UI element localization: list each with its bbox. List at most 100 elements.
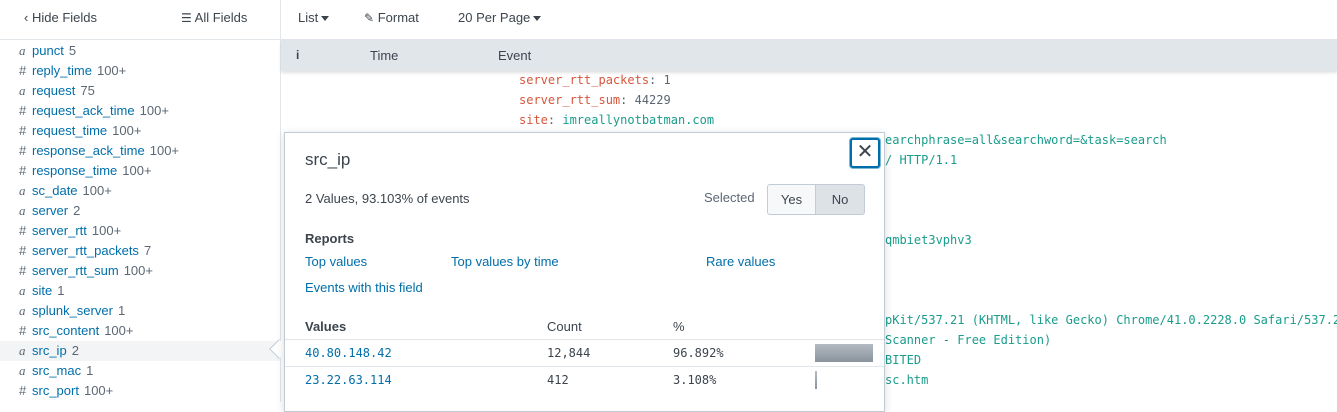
number-type-icon: # xyxy=(19,143,27,158)
time-column-header[interactable]: Time xyxy=(370,48,398,63)
event-line[interactable]: earchphrase=all&searchword=&task=search xyxy=(885,130,1167,150)
event-line: server_rtt_packets: 1 xyxy=(519,73,671,87)
field-count: 100+ xyxy=(96,63,127,78)
field-list-item[interactable]: a src_mac 1 xyxy=(0,361,280,381)
event-line: server_rtt_sum: 44229 xyxy=(519,93,671,107)
events-with-field-link[interactable]: Events with this field xyxy=(305,280,423,295)
field-name[interactable]: server xyxy=(32,203,68,218)
field-list-item[interactable]: # response_time 100+ xyxy=(0,161,280,181)
string-type-icon: a xyxy=(19,43,26,58)
hide-fields-button[interactable]: ‹ Hide Fields xyxy=(24,10,97,25)
field-name[interactable]: src_mac xyxy=(32,363,81,378)
field-name[interactable]: request_time xyxy=(32,123,107,138)
selected-no-button[interactable]: No xyxy=(816,184,865,215)
event-line[interactable]: Scanner - Free Edition) xyxy=(885,330,1051,350)
results-toolbar: List ✎ Format 20 Per Page xyxy=(281,0,1337,40)
field-name[interactable]: request_ack_time xyxy=(32,103,135,118)
field-name[interactable]: request xyxy=(32,83,75,98)
event-line[interactable]: pKit/537.21 (KHTML, like Gecko) Chrome/4… xyxy=(885,310,1337,330)
field-name[interactable]: sc_date xyxy=(32,183,78,198)
top-values-link[interactable]: Top values xyxy=(305,254,367,269)
field-count: 2 xyxy=(73,203,81,218)
field-name[interactable]: response_ack_time xyxy=(32,143,145,158)
field-name[interactable]: site xyxy=(32,283,52,298)
field-list-item[interactable]: a request 75 xyxy=(0,81,280,101)
rare-values-link[interactable]: Rare values xyxy=(706,254,775,269)
event-line[interactable]: qmbiet3vphv3 xyxy=(885,230,972,250)
field-list-item[interactable]: a src_ip 2 xyxy=(0,341,280,361)
field-list-item[interactable]: # reply_time 100+ xyxy=(0,61,280,81)
value-percent: 3.108% xyxy=(673,373,717,387)
field-name[interactable]: punct xyxy=(32,43,64,58)
field-list-item[interactable]: a server 2 xyxy=(0,201,280,221)
number-type-icon: # xyxy=(19,63,27,78)
string-type-icon: a xyxy=(19,203,26,218)
values-column-header: Values xyxy=(305,319,347,334)
field-list-item[interactable]: a splunk_server 1 xyxy=(0,301,280,321)
field-count: 100+ xyxy=(123,263,153,278)
field-name[interactable]: src_content xyxy=(32,323,99,338)
number-type-icon: # xyxy=(19,323,27,338)
top-values-by-time-link[interactable]: Top values by time xyxy=(451,254,559,269)
field-count: 100+ xyxy=(112,123,142,138)
field-count: 100+ xyxy=(91,223,122,238)
field-name[interactable]: src_port xyxy=(32,383,79,398)
field-count: 100+ xyxy=(122,163,152,178)
field-list-item[interactable]: a site 1 xyxy=(0,281,280,301)
string-type-icon: a xyxy=(19,303,26,318)
field-list-item[interactable]: # src_port 100+ xyxy=(0,381,280,401)
field-name[interactable]: response_time xyxy=(32,163,117,178)
list-dropdown[interactable]: List xyxy=(298,10,330,25)
popover-title: src_ip xyxy=(305,150,351,169)
field-count: 2 xyxy=(71,343,79,358)
field-name[interactable]: server_rtt xyxy=(32,223,87,238)
event-line[interactable]: BITED xyxy=(885,350,921,370)
field-list-item[interactable]: # request_time 100+ xyxy=(0,121,280,141)
event-column-header: Event xyxy=(498,48,532,63)
field-list-item[interactable]: # server_rtt_packets 7 xyxy=(0,241,280,261)
per-page-dropdown[interactable]: 20 Per Page xyxy=(458,10,542,25)
field-list-item[interactable]: # request_ack_time 100+ xyxy=(0,101,280,121)
count-column-header: Count xyxy=(547,319,582,334)
pencil-icon: ✎ xyxy=(364,11,375,25)
percent-column-header: % xyxy=(673,319,685,334)
event-line[interactable]: / HTTP/1.1 xyxy=(885,150,957,170)
field-count: 1 xyxy=(86,363,94,378)
all-fields-button[interactable]: ☰ All Fields xyxy=(181,10,247,25)
close-button[interactable]: ✕ xyxy=(850,138,880,168)
field-name[interactable]: reply_time xyxy=(32,63,92,78)
string-type-icon: a xyxy=(19,363,26,378)
event-line[interactable]: sc.htm xyxy=(885,370,928,390)
field-list-item[interactable]: a punct 5 xyxy=(0,41,280,61)
value-count: 12,844 xyxy=(547,346,591,360)
field-list-item[interactable]: # response_ack_time 100+ xyxy=(0,141,280,161)
info-icon: i xyxy=(296,48,300,62)
percent-bar xyxy=(815,371,817,389)
number-type-icon: # xyxy=(19,163,27,178)
fields-toolbar: ‹ Hide Fields ☰ All Fields xyxy=(0,0,281,40)
string-type-icon: a xyxy=(19,283,26,298)
selected-label: Selected xyxy=(704,190,755,205)
string-type-icon: a xyxy=(19,343,26,358)
field-list-item[interactable]: # server_rtt 100+ xyxy=(0,221,280,241)
field-count: 1 xyxy=(57,283,65,298)
value-link[interactable]: 23.22.63.114 xyxy=(305,373,392,387)
field-summary-popover: src_ip ✕ 2 Values, 93.103% of events Sel… xyxy=(284,132,885,412)
field-name[interactable]: src_ip xyxy=(32,343,67,358)
event-line: site: imreallynotbatman.com xyxy=(519,113,715,127)
selected-yes-button[interactable]: Yes xyxy=(767,184,816,215)
field-name[interactable]: server_rtt_sum xyxy=(32,263,119,278)
string-type-icon: a xyxy=(19,183,26,198)
chevron-left-icon: ‹ xyxy=(24,10,29,25)
field-count: 100+ xyxy=(82,183,112,198)
field-list-item[interactable]: # src_content 100+ xyxy=(0,321,280,341)
value-link[interactable]: 40.80.148.42 xyxy=(305,346,392,360)
field-list-item[interactable]: # server_rtt_sum 100+ xyxy=(0,261,280,281)
number-type-icon: # xyxy=(19,243,27,258)
number-type-icon: # xyxy=(19,263,27,278)
format-button[interactable]: ✎ Format xyxy=(364,10,419,25)
number-type-icon: # xyxy=(19,383,27,398)
field-name[interactable]: server_rtt_packets xyxy=(32,243,139,258)
field-name[interactable]: splunk_server xyxy=(32,303,113,318)
field-list-item[interactable]: a sc_date 100+ xyxy=(0,181,280,201)
